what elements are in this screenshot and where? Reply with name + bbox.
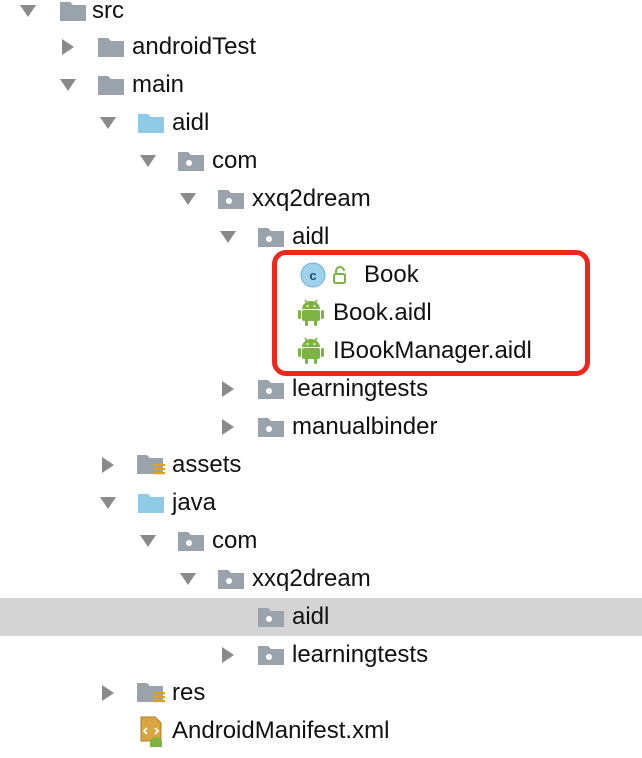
tree-node-label: res — [172, 679, 206, 706]
chevron-down-icon[interactable] — [138, 151, 158, 171]
manifest-icon — [136, 714, 170, 748]
tree-node-label: java — [172, 489, 217, 516]
chevron-right-icon[interactable] — [218, 379, 238, 399]
unlock-icon — [330, 263, 350, 287]
class-icon: c — [298, 262, 328, 288]
tree-node-book-class[interactable]: c Book — [0, 256, 642, 294]
project-tree: src androidTest main aidl com xxq2dream … — [0, 0, 642, 758]
tree-node-java-com[interactable]: com — [0, 522, 642, 560]
android-icon — [296, 299, 326, 326]
tree-node-res[interactable]: res — [0, 674, 642, 712]
folder-icon — [58, 0, 88, 23]
tree-node-label: IBookManager.aidl — [333, 337, 532, 364]
tree-node-main[interactable]: main — [0, 66, 642, 104]
chevron-down-icon[interactable] — [18, 1, 38, 21]
source-folder-icon — [136, 491, 166, 515]
tree-node-label: androidTest — [132, 33, 257, 60]
tree-node-label: Book — [364, 261, 419, 288]
tree-node-label: aidl — [292, 223, 330, 250]
tree-node-label: AndroidManifest.xml — [172, 717, 390, 744]
tree-node-java-learningtests[interactable]: learningtests — [0, 636, 642, 674]
tree-node-manifest[interactable]: AndroidManifest.xml — [0, 712, 642, 750]
tree-node-label: learningtests — [292, 375, 429, 402]
chevron-down-icon[interactable] — [138, 531, 158, 551]
chevron-down-icon[interactable] — [178, 569, 198, 589]
package-icon — [256, 225, 286, 249]
chevron-down-icon[interactable] — [218, 227, 238, 247]
chevron-down-icon[interactable] — [98, 113, 118, 133]
tree-node-label: xxq2dream — [252, 185, 371, 212]
chevron-right-icon[interactable] — [218, 645, 238, 665]
tree-node-java-aidl-package[interactable]: aidl — [0, 598, 642, 636]
source-folder-icon — [136, 111, 166, 135]
tree-node-main-aidl[interactable]: aidl — [0, 104, 642, 142]
package-icon — [256, 605, 286, 629]
tree-node-aidl-learningtests[interactable]: learningtests — [0, 370, 642, 408]
tree-node-label: src — [92, 0, 124, 24]
chevron-right-icon[interactable] — [58, 37, 78, 57]
android-icon — [296, 337, 326, 364]
svg-text:c: c — [309, 268, 316, 283]
tree-node-label: aidl — [172, 109, 210, 136]
resource-folder-icon — [136, 453, 166, 477]
tree-node-book-aidl[interactable]: Book.aidl — [0, 294, 642, 332]
package-icon — [256, 643, 286, 667]
tree-node-label: com — [212, 527, 258, 554]
tree-node-manualbinder[interactable]: manualbinder — [0, 408, 642, 446]
tree-node-androidtest[interactable]: androidTest — [0, 28, 642, 66]
tree-node-label: learningtests — [292, 641, 429, 668]
tree-node-label: manualbinder — [292, 413, 438, 440]
chevron-right-icon[interactable] — [98, 455, 118, 475]
tree-node-label: xxq2dream — [252, 565, 371, 592]
tree-node-label: com — [212, 147, 258, 174]
tree-node-aidl-xxq2dream[interactable]: xxq2dream — [0, 180, 642, 218]
tree-node-label: main — [132, 71, 185, 98]
package-icon — [216, 187, 246, 211]
chevron-down-icon[interactable] — [178, 189, 198, 209]
chevron-right-icon[interactable] — [98, 683, 118, 703]
tree-node-ibookmanager-aidl[interactable]: IBookManager.aidl — [0, 332, 642, 370]
chevron-down-icon[interactable] — [58, 75, 78, 95]
resource-folder-icon — [136, 681, 166, 705]
package-icon — [256, 415, 286, 439]
folder-icon — [96, 35, 126, 59]
tree-node-java-xxq2dream[interactable]: xxq2dream — [0, 560, 642, 598]
tree-node-label: assets — [172, 451, 242, 478]
tree-node-label: Book.aidl — [333, 299, 432, 326]
folder-icon — [96, 73, 126, 97]
tree-node-aidl-com[interactable]: com — [0, 142, 642, 180]
tree-node-java[interactable]: java — [0, 484, 642, 522]
tree-node-src[interactable]: src — [0, 0, 642, 30]
tree-node-assets[interactable]: assets — [0, 446, 642, 484]
package-icon — [176, 529, 206, 553]
chevron-right-icon[interactable] — [218, 417, 238, 437]
tree-node-aidl-aidl-package[interactable]: aidl — [0, 218, 642, 256]
chevron-down-icon[interactable] — [98, 493, 118, 513]
package-icon — [256, 377, 286, 401]
package-icon — [176, 149, 206, 173]
tree-node-label: aidl — [292, 603, 330, 630]
package-icon — [216, 567, 246, 591]
